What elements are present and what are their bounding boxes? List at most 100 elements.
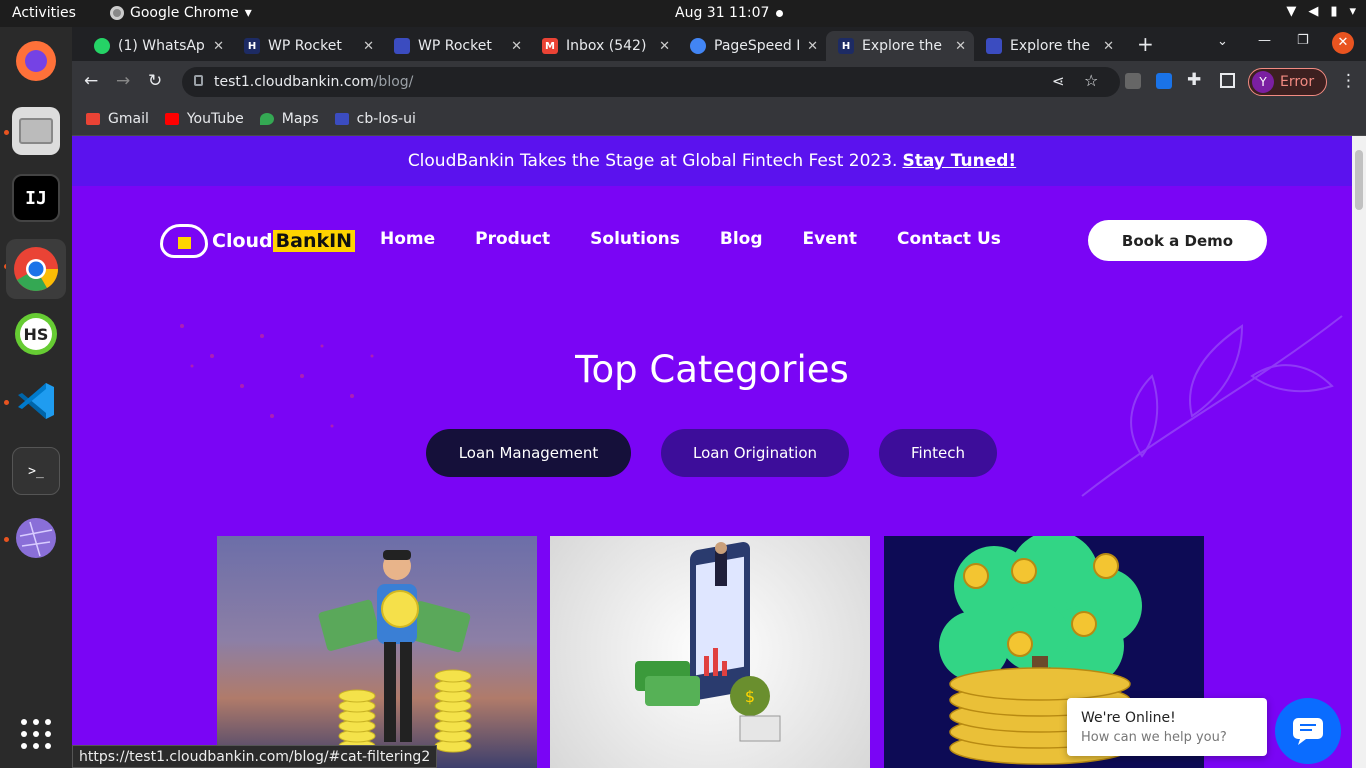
system-tray[interactable]: ▼ ◀ ▮ ▾ [1286,4,1356,19]
bookmarks-bar: Gmail YouTube Maps cb-los-ui [72,103,1366,136]
chevron-down-icon: ▾ [244,5,252,21]
puzzle-icon[interactable]: ✚ [1187,70,1201,90]
notification-dot [776,10,783,17]
close-icon[interactable]: ✕ [659,39,670,54]
terminal-icon[interactable]: >_ [12,447,60,495]
close-icon[interactable]: ✕ [1103,39,1114,54]
lock-icon [194,75,203,86]
announcement-bar: CloudBankin Takes the Stage at Global Fi… [72,136,1352,186]
blog-card-image[interactable]: $ [550,536,870,768]
cloud-icon [394,38,410,54]
profile-status: Error [1280,74,1315,90]
minimize-button[interactable]: — [1258,33,1271,48]
mobile-finance-illustration: $ [635,542,781,742]
chat-popup[interactable]: We're Online! How can we help you? [1067,698,1267,756]
share-icon[interactable]: ⋖ [1052,72,1065,90]
main-nav: Home Product Solutions Blog Event Contac… [380,229,1001,249]
tab-wp-rocket-1[interactable]: H WP Rocket ✕ [232,31,382,61]
tab-inbox[interactable]: M Inbox (542) ✕ [530,31,678,61]
decorative-leaves [1081,315,1343,497]
book-demo-button[interactable]: Book a Demo [1088,220,1267,261]
back-button[interactable]: ← [84,71,98,91]
new-tab-button[interactable]: + [1137,32,1154,56]
side-panel-icon[interactable] [1220,73,1235,88]
maximize-button[interactable]: ❐ [1297,33,1309,48]
page-title: Top Categories [575,348,849,391]
reload-button[interactable]: ↻ [148,71,162,91]
running-indicator [4,400,9,405]
battery-icon: ▮ [1330,4,1338,19]
tab-wp-rocket-2[interactable]: WP Rocket ✕ [382,31,530,61]
cloud-icon [986,38,1002,54]
close-icon[interactable]: ✕ [213,39,224,54]
shield-icon [334,113,349,125]
network-app-icon[interactable] [12,514,60,562]
nav-blog[interactable]: Blog [720,229,763,249]
tab-explore[interactable]: Explore the ✕ [974,31,1122,61]
stay-tuned-link[interactable]: Stay Tuned! [902,151,1016,171]
extension-icon[interactable] [1125,73,1141,89]
system-top-bar: Activities Google Chrome ▾ Aug 31 11:07 … [0,0,1366,27]
app-menu[interactable]: Google Chrome ▾ [110,5,252,21]
category-fintech[interactable]: Fintech [879,429,997,477]
tab-pagespeed[interactable]: PageSpeed I ✕ [678,31,826,61]
url-host: test1.cloudbankin.com [214,74,374,90]
nav-solutions[interactable]: Solutions [590,229,680,249]
chrome-dock-icon[interactable] [6,239,66,299]
activities-button[interactable]: Activities [12,5,76,21]
nav-contact-us[interactable]: Contact Us [897,229,1001,249]
cloudbankin-logo[interactable]: Cloud BankIN [160,224,356,258]
whatsapp-icon [94,38,110,54]
chrome-icon [110,6,124,20]
bookmark-gmail[interactable]: Gmail [86,111,149,127]
page-scrollbar[interactable] [1352,136,1366,768]
bookmark-youtube[interactable]: YouTube [164,111,244,127]
man-with-money-illustration [318,550,472,753]
show-apps-icon[interactable] [12,710,60,758]
menu-icon[interactable]: ⋮ [1340,71,1357,91]
nav-home[interactable]: Home [380,229,435,249]
gmail-icon [86,113,100,125]
close-icon[interactable]: ✕ [511,39,522,54]
tab-explore-active[interactable]: H Explore the ✕ [826,31,974,61]
volume-icon: ◀ [1308,4,1319,19]
youtube-icon [164,113,179,125]
nav-event[interactable]: Event [803,229,857,249]
forward-button[interactable]: → [116,71,130,91]
clock[interactable]: Aug 31 11:07 [675,5,769,21]
address-bar[interactable]: test1.cloudbankin.com/blog/ ⋖ ☆ [182,67,1120,97]
close-icon[interactable]: ✕ [363,39,374,54]
category-loan-origination[interactable]: Loan Origination [661,429,849,477]
extension-icon[interactable] [1156,73,1172,89]
category-loan-management[interactable]: Loan Management [426,429,631,477]
app-name: Google Chrome [130,5,239,21]
tab-whatsapp[interactable]: (1) WhatsAp ✕ [82,31,232,61]
profile-error-button[interactable]: Y Error [1248,68,1327,96]
wp-rocket-icon: H [838,38,854,54]
blog-card-image[interactable] [217,536,537,768]
chat-title: We're Online! [1081,710,1176,726]
bookmark-maps[interactable]: Maps [259,111,319,127]
chevron-down-icon: ▾ [1349,4,1356,19]
nav-product[interactable]: Product [475,229,550,249]
tab-search-button[interactable]: ⌄ [1217,34,1228,49]
bookmark-cb-los-ui[interactable]: cb-los-ui [334,111,416,127]
close-window-button[interactable]: ✕ [1332,32,1354,54]
hs-icon[interactable]: HS [12,310,60,358]
gmail-icon: M [542,38,558,54]
chat-launcher-button[interactable] [1275,698,1341,764]
close-icon[interactable]: ✕ [807,39,818,54]
intellij-icon[interactable]: IJ [12,174,60,222]
bookmark-star-icon[interactable]: ☆ [1084,71,1098,90]
cloud-bank-icon [160,224,208,258]
avatar: Y [1252,71,1274,93]
vscode-icon[interactable] [12,377,60,425]
close-icon[interactable]: ✕ [955,39,966,54]
firefox-icon[interactable] [12,37,60,85]
svg-text:$: $ [745,687,755,706]
scrollbar-thumb[interactable] [1355,150,1363,210]
logo-text-cloud: Cloud [212,230,273,252]
wifi-icon: ▼ [1286,4,1297,19]
files-icon[interactable] [12,107,60,155]
svg-text:HS: HS [24,325,49,344]
